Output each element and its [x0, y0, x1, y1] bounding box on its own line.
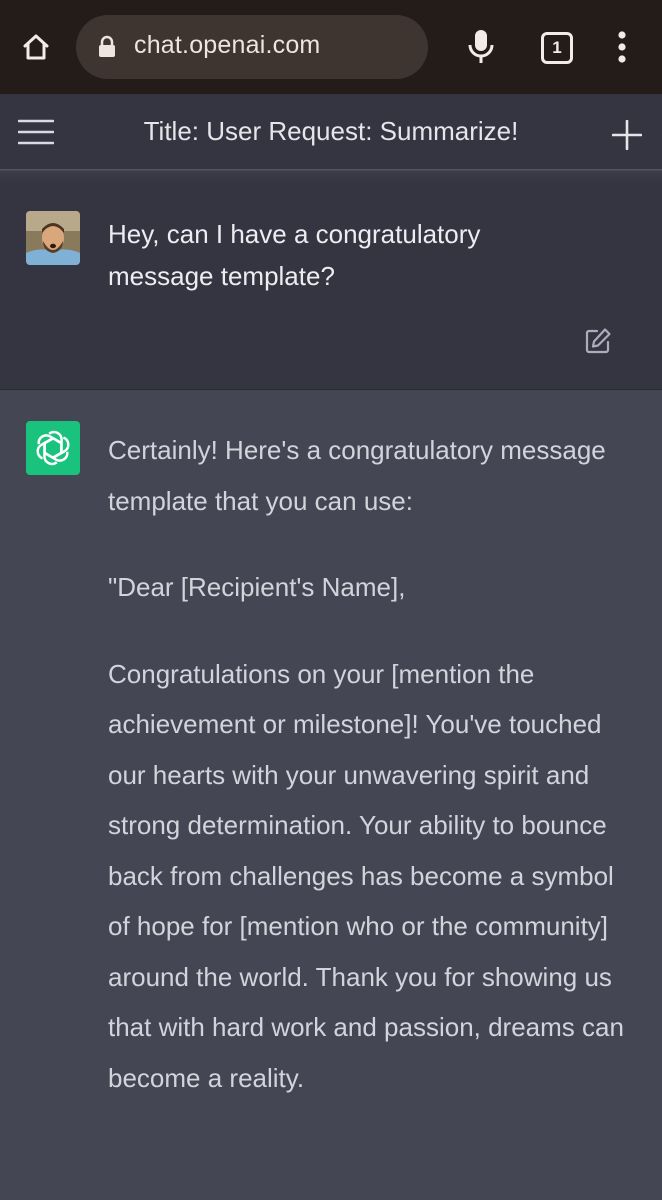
edit-message-button[interactable]: [582, 325, 614, 357]
assistant-paragraph: Certainly! Here's a congratulatory messa…: [108, 435, 606, 516]
tab-count: 1: [552, 38, 562, 57]
chat-header: Title: User Request: Summarize!: [0, 94, 662, 170]
tab-switcher-button[interactable]: 1: [541, 32, 573, 64]
conversation-title: Title: User Request: Summarize!: [143, 116, 519, 146]
assistant-message: Certainly! Here's a congratulatory messa…: [0, 391, 662, 1200]
lock-icon: [99, 35, 115, 57]
user-message: Hey, can I have a congratulatory message…: [0, 171, 662, 390]
assistant-paragraph: "Dear [Recipient's Name],: [108, 572, 406, 602]
address-bar[interactable]: chat.openai.com: [76, 15, 428, 79]
browser-menu-button[interactable]: [606, 26, 638, 68]
home-button[interactable]: [14, 25, 58, 69]
voice-search-button[interactable]: [462, 27, 500, 67]
more-vert-icon: [618, 31, 626, 63]
user-avatar-photo: [26, 211, 80, 265]
plus-icon: [612, 120, 642, 150]
assistant-message-body: Certainly! Here's a congratulatory messa…: [108, 425, 628, 1103]
url-text: chat.openai.com: [134, 31, 321, 59]
edit-icon: [585, 328, 611, 354]
assistant-paragraph: Congratulations on your [mention the ach…: [108, 658, 624, 1093]
new-chat-button[interactable]: [606, 114, 648, 156]
home-icon: [23, 34, 49, 60]
openai-logo-icon: [36, 430, 70, 466]
browser-toolbar: chat.openai.com 1: [0, 0, 662, 94]
assistant-avatar: [26, 421, 80, 475]
microphone-icon: [468, 30, 494, 63]
user-message-text: Hey, can I have a congratulatory message…: [108, 219, 481, 291]
scroll-shadow: [0, 171, 662, 183]
avatar: [26, 211, 80, 265]
